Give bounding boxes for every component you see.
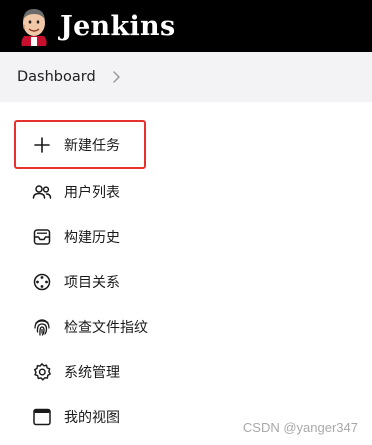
menu-item-label: 检查文件指纹	[64, 319, 148, 336]
menu-item-label: 新建任务	[64, 137, 120, 154]
brand-title[interactable]: Jenkins	[60, 11, 175, 42]
people-icon	[32, 184, 52, 199]
inbox-icon	[33, 228, 51, 245]
chevron-right-icon[interactable]	[106, 67, 126, 87]
breadcrumb: Dashboard	[0, 52, 372, 102]
side-menu: 新建任务 用户列表 构建历史 项目关系 检查文件指纹 系统管理 我的视图	[14, 120, 372, 439]
breadcrumb-dashboard-link[interactable]: Dashboard	[17, 69, 96, 85]
top-header: Jenkins	[0, 0, 372, 52]
menu-item-label: 我的视图	[64, 409, 120, 426]
menu-item-manage-jenkins[interactable]: 系统管理	[14, 349, 372, 394]
menu-item-build-history[interactable]: 构建历史	[14, 214, 372, 259]
menu-item-label: 构建历史	[64, 229, 120, 246]
gear-icon	[33, 362, 51, 381]
fingerprint-icon	[34, 318, 50, 336]
menu-item-label: 用户列表	[64, 184, 120, 201]
watermark: CSDN @yanger347	[242, 420, 358, 435]
window-icon	[33, 408, 51, 425]
menu-item-label: 项目关系	[64, 274, 120, 291]
menu-item-check-fingerprint[interactable]: 检查文件指纹	[14, 304, 372, 349]
menu-item-label: 系统管理	[64, 364, 120, 381]
menu-item-people[interactable]: 用户列表	[14, 169, 372, 214]
menu-item-project-relationship[interactable]: 项目关系	[14, 259, 372, 304]
plus-icon	[34, 136, 50, 153]
jenkins-logo-icon[interactable]	[16, 6, 52, 46]
relationship-icon	[33, 273, 51, 290]
menu-item-new-item[interactable]: 新建任务	[14, 120, 146, 169]
